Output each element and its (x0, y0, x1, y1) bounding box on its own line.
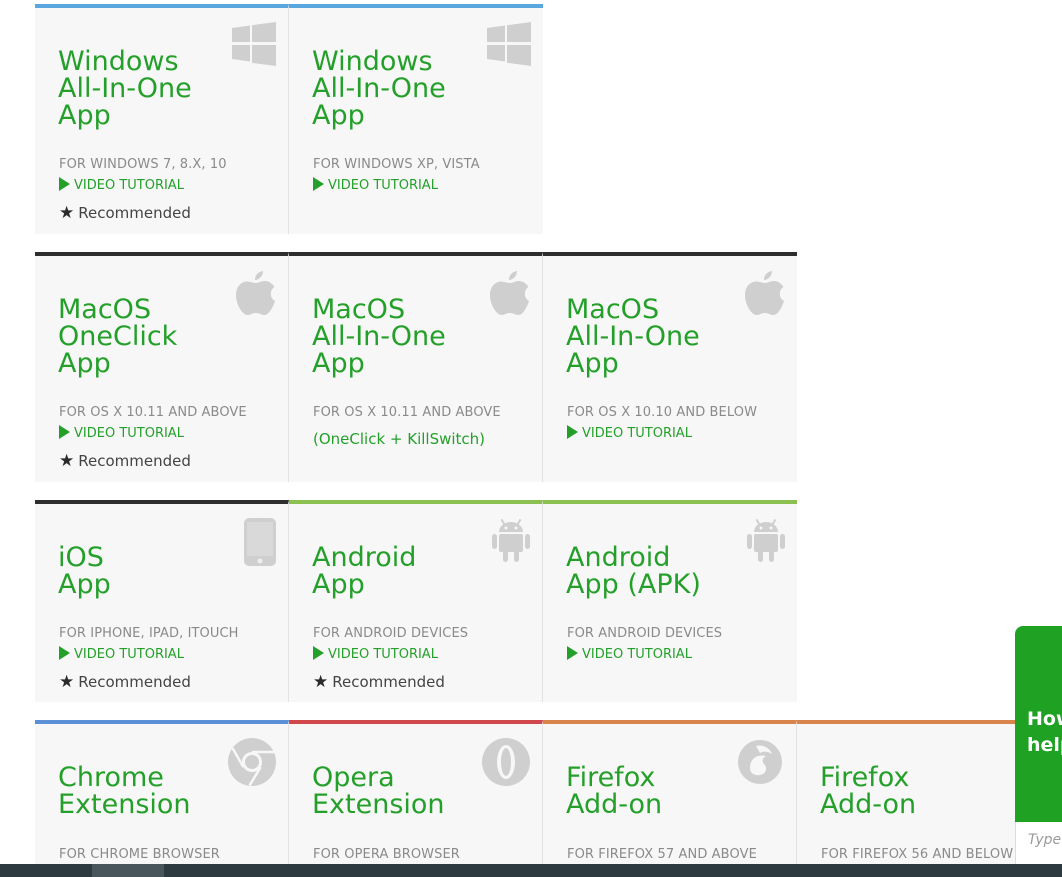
recommended-badge: ★ Recommended (59, 203, 191, 223)
ios-app-card[interactable]: iOS App FOR IPHONE, IPAD, ITOUCH VIDEO T… (35, 500, 289, 702)
card-title: Android App (312, 542, 417, 600)
oneclick-killswitch-note: (OneClick + KillSwitch) (313, 430, 486, 448)
card-title: iOS App (58, 542, 111, 600)
video-tutorial-link[interactable]: VIDEO TUTORIAL (313, 177, 438, 193)
chrome-extension-card[interactable]: Chrome Extension FOR CHROME BROWSER (35, 720, 289, 864)
video-tutorial-link[interactable]: VIDEO TUTORIAL (567, 646, 692, 662)
apple-icon (236, 270, 276, 320)
android-icon (492, 518, 530, 566)
macos-legacy-card[interactable]: MacOS All-In-One App FOR OS X 10.10 AND … (543, 252, 797, 482)
bottom-bar (0, 864, 1062, 877)
chat-widget[interactable]: How help Type (1015, 626, 1062, 866)
card-subtitle: FOR OS X 10.11 AND ABOVE (313, 405, 501, 420)
card-subtitle: FOR ANDROID DEVICES (313, 626, 469, 641)
video-tutorial-label: VIDEO TUTORIAL (74, 647, 184, 662)
recommended-badge: ★ Recommended (59, 672, 191, 692)
play-icon (59, 425, 70, 439)
apple-icon (745, 270, 785, 320)
firefox-icon (736, 738, 784, 790)
video-tutorial-link[interactable]: VIDEO TUTORIAL (313, 646, 438, 662)
windows-legacy-card[interactable]: Windows All-In-One App FOR WINDOWS XP, V… (289, 4, 543, 234)
recommended-label: Recommended (332, 673, 445, 691)
card-subtitle: FOR IPHONE, IPAD, ITOUCH (59, 626, 239, 641)
recommended-label: Recommended (78, 452, 191, 470)
card-subtitle: FOR OPERA BROWSER (313, 847, 460, 862)
card-subtitle: FOR CHROME BROWSER (59, 847, 220, 862)
macos-all-in-one-card[interactable]: MacOS All-In-One App FOR OS X 10.11 AND … (289, 252, 543, 482)
star-icon: ★ (59, 451, 75, 471)
recommended-label: Recommended (78, 204, 191, 222)
play-icon (59, 646, 70, 660)
recommended-badge: ★ Recommended (313, 672, 445, 692)
card-subtitle: FOR ANDROID DEVICES (567, 626, 723, 641)
card-title: Firefox Add-on (820, 762, 917, 820)
android-app-card[interactable]: Android App FOR ANDROID DEVICES VIDEO TU… (289, 500, 543, 702)
firefox-addon-card[interactable]: Firefox Add-on FOR FIREFOX 57 AND ABOVE (543, 720, 797, 864)
video-tutorial-label: VIDEO TUTORIAL (582, 426, 692, 441)
windows-icon (232, 22, 276, 70)
card-title: Chrome Extension (58, 762, 191, 820)
card-title: Firefox Add-on (566, 762, 663, 820)
video-tutorial-label: VIDEO TUTORIAL (328, 178, 438, 193)
star-icon: ★ (59, 203, 75, 223)
card-title: MacOS All-In-One App (566, 294, 700, 379)
play-icon (567, 646, 578, 660)
chat-greeting: How help (1027, 708, 1062, 756)
phone-icon (244, 518, 276, 570)
chat-input-placeholder: Type (1028, 832, 1062, 848)
card-title: Android App (APK) (566, 542, 701, 600)
chrome-icon (228, 738, 276, 790)
windows-all-in-one-card[interactable]: Windows All-In-One App FOR WINDOWS 7, 8.… (35, 4, 289, 234)
android-apk-card[interactable]: Android App (APK) FOR ANDROID DEVICES VI… (543, 500, 797, 702)
card-subtitle: FOR OS X 10.10 AND BELOW (567, 405, 758, 420)
windows-icon (487, 22, 531, 70)
play-icon (59, 177, 70, 191)
video-tutorial-label: VIDEO TUTORIAL (328, 647, 438, 662)
video-tutorial-link[interactable]: VIDEO TUTORIAL (59, 646, 184, 662)
card-title: Windows All-In-One App (312, 46, 446, 131)
chat-input[interactable]: Type (1015, 822, 1062, 866)
recommended-label: Recommended (78, 673, 191, 691)
apple-icon (490, 270, 530, 320)
opera-extension-card[interactable]: Opera Extension FOR OPERA BROWSER (289, 720, 543, 864)
android-icon (747, 518, 785, 566)
macos-oneclick-card[interactable]: MacOS OneClick App FOR OS X 10.11 AND AB… (35, 252, 289, 482)
taskbar-item[interactable] (92, 864, 164, 877)
play-icon (313, 177, 324, 191)
recommended-badge: ★ Recommended (59, 451, 191, 471)
opera-icon (482, 738, 530, 790)
star-icon: ★ (59, 672, 75, 692)
card-title: Opera Extension (312, 762, 445, 820)
card-title: Windows All-In-One App (58, 46, 192, 131)
card-title: MacOS OneClick App (58, 294, 178, 379)
card-subtitle: FOR WINDOWS 7, 8.X, 10 (59, 157, 227, 172)
card-subtitle: FOR FIREFOX 57 AND ABOVE (567, 847, 757, 862)
video-tutorial-link[interactable]: VIDEO TUTORIAL (567, 425, 692, 441)
play-icon (313, 646, 324, 660)
play-icon (567, 425, 578, 439)
card-title: MacOS All-In-One App (312, 294, 446, 379)
video-tutorial-label: VIDEO TUTORIAL (74, 178, 184, 193)
star-icon: ★ (313, 672, 329, 692)
video-tutorial-link[interactable]: VIDEO TUTORIAL (59, 425, 184, 441)
card-subtitle: FOR WINDOWS XP, VISTA (313, 157, 480, 172)
video-tutorial-label: VIDEO TUTORIAL (74, 426, 184, 441)
card-subtitle: FOR FIREFOX 56 AND BELOW (821, 847, 1014, 862)
video-tutorial-label: VIDEO TUTORIAL (582, 647, 692, 662)
card-subtitle: FOR OS X 10.11 AND ABOVE (59, 405, 247, 420)
video-tutorial-link[interactable]: VIDEO TUTORIAL (59, 177, 184, 193)
